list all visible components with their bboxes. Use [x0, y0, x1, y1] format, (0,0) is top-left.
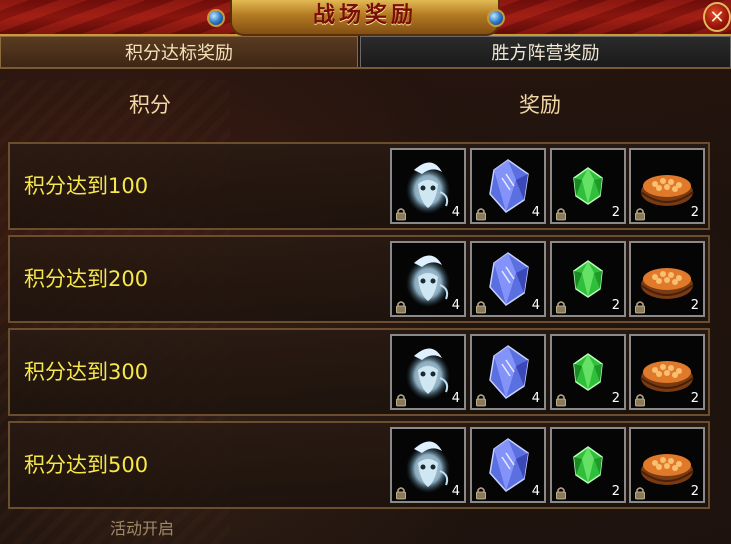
lock-icon	[474, 206, 488, 221]
lock-icon	[554, 206, 568, 221]
lock-icon	[394, 299, 408, 314]
item-count: 2	[690, 391, 699, 406]
lock-icon	[554, 392, 568, 407]
window-title: 战场奖励	[312, 2, 417, 28]
item-count: 4	[531, 298, 540, 313]
lock-icon	[633, 299, 647, 314]
item-count: 2	[690, 298, 699, 313]
tab-bar: 积分达标奖励 胜方阵营奖励	[0, 36, 731, 68]
lock-icon	[633, 485, 647, 500]
reward-row: 积分达到200 4 4 2 2	[8, 235, 710, 323]
item-count: 2	[690, 484, 699, 499]
item-count: 4	[451, 298, 460, 313]
lock-icon	[474, 299, 488, 314]
event-open-text: 活动开启	[110, 519, 175, 538]
ribbon-left	[0, 0, 240, 34]
item-count: 2	[611, 484, 620, 499]
reward-item-slot[interactable]: 4	[470, 334, 546, 410]
tab-score-reward[interactable]: 积分达标奖励	[0, 36, 358, 67]
item-count: 2	[690, 205, 699, 220]
item-count: 4	[451, 484, 460, 499]
score-threshold-label: 积分达到500	[24, 453, 149, 477]
item-count: 2	[611, 205, 620, 220]
item-count: 4	[531, 205, 540, 220]
score-threshold-label: 积分达到300	[24, 360, 149, 384]
item-count: 4	[451, 391, 460, 406]
column-header-score: 积分	[129, 93, 171, 117]
reward-item-slot[interactable]: 2	[629, 427, 705, 503]
reward-item-slot[interactable]: 4	[390, 427, 466, 503]
reward-item-slot[interactable]: 2	[550, 241, 626, 317]
reward-item-slot[interactable]: 4	[470, 241, 546, 317]
reward-item-slot[interactable]: 4	[470, 148, 546, 224]
orb-left-icon	[207, 9, 225, 27]
lock-icon	[633, 206, 647, 221]
score-threshold-label: 积分达到200	[24, 267, 149, 291]
reward-item-slot[interactable]: 4	[390, 241, 466, 317]
reward-item-slot[interactable]: 2	[550, 334, 626, 410]
reward-item-slot[interactable]: 4	[390, 148, 466, 224]
reward-row: 积分达到100 4 4 2 2	[8, 142, 710, 230]
reward-item-slot[interactable]: 2	[550, 427, 626, 503]
reward-item-slot[interactable]: 2	[629, 148, 705, 224]
reward-item-slot[interactable]: 4	[390, 334, 466, 410]
score-threshold-label: 积分达到100	[24, 174, 149, 198]
tab-winner-reward[interactable]: 胜方阵营奖励	[360, 36, 731, 67]
item-count: 4	[531, 391, 540, 406]
column-header-reward: 奖励	[519, 93, 561, 117]
reward-row: 积分达到300 4 4 2 2	[8, 328, 710, 416]
tab-divider	[0, 67, 731, 69]
reward-item-slot[interactable]: 2	[629, 334, 705, 410]
reward-item-slot[interactable]: 4	[470, 427, 546, 503]
item-count: 2	[611, 391, 620, 406]
lock-icon	[394, 392, 408, 407]
lock-icon	[394, 485, 408, 500]
lock-icon	[554, 485, 568, 500]
item-count: 4	[451, 205, 460, 220]
item-count: 2	[611, 298, 620, 313]
reward-item-slot[interactable]: 2	[629, 241, 705, 317]
item-count: 4	[531, 484, 540, 499]
reward-row: 积分达到500 4 4 2 2	[8, 421, 710, 509]
lock-icon	[633, 392, 647, 407]
reward-item-slot[interactable]: 2	[550, 148, 626, 224]
close-button[interactable]: ✕	[703, 2, 731, 32]
ribbon-right	[491, 0, 731, 34]
lock-icon	[474, 485, 488, 500]
lock-icon	[474, 392, 488, 407]
lock-icon	[394, 206, 408, 221]
lock-icon	[554, 299, 568, 314]
close-icon: ✕	[709, 6, 725, 28]
